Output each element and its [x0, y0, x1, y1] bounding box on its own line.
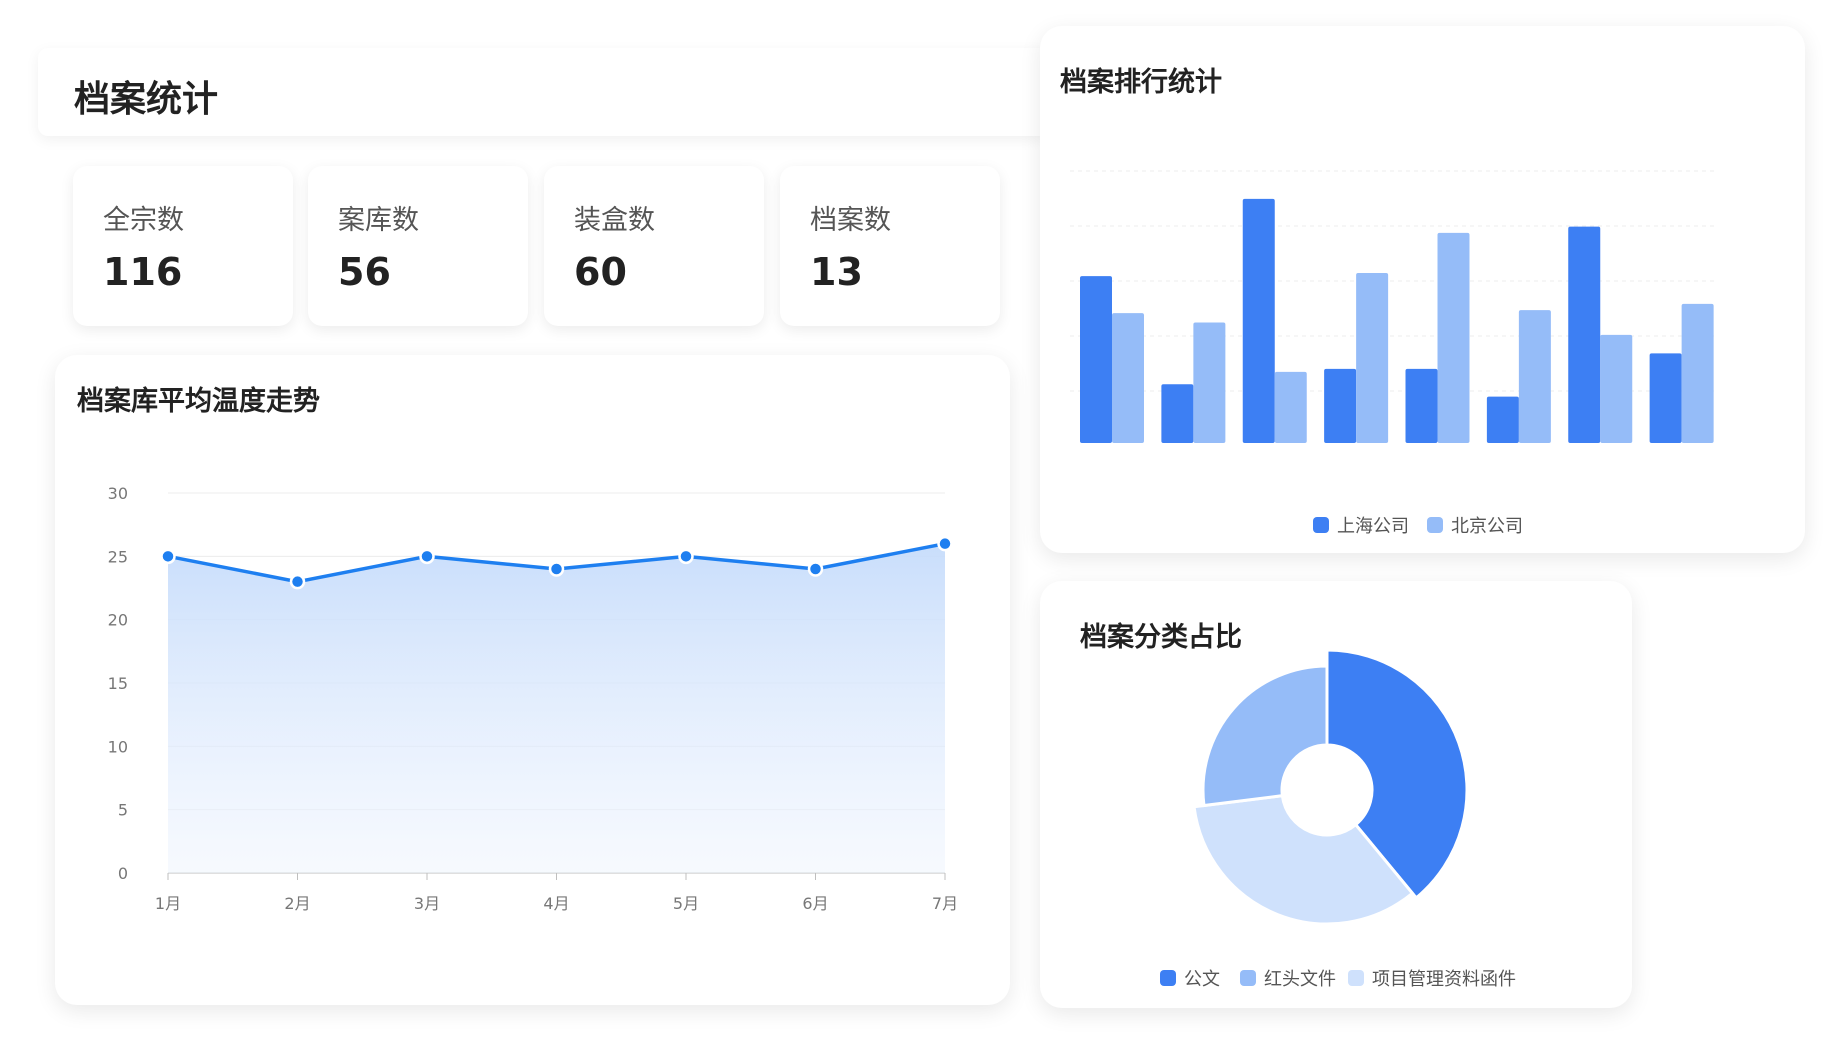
bar: [1437, 232, 1470, 443]
legend-item-project-docs[interactable]: 项目管理资料函件: [1348, 965, 1516, 991]
temperature-trend-card: 档案库平均温度走势 0 5 10 15 20 25 30 1月 2月 3月 4月 5月 6月 7月: [55, 355, 1010, 1005]
donut-slice: [1201, 664, 1329, 808]
y-tick-label: 0: [118, 864, 128, 883]
legend-label: 项目管理资料函件: [1372, 969, 1516, 990]
bar: [1193, 322, 1226, 443]
stat-card-archives[interactable]: 档案数 13: [780, 166, 1000, 326]
y-tick-label: 20: [108, 611, 128, 630]
legend-label: 公文: [1184, 969, 1220, 990]
data-point: [678, 548, 694, 565]
x-tick-label: 5月: [673, 894, 699, 913]
data-point: [419, 548, 435, 565]
x-tick-label: 1月: [155, 894, 181, 913]
y-tick-label: 15: [108, 674, 128, 693]
bar: [1486, 396, 1519, 443]
bar: [1324, 368, 1357, 443]
y-tick-label: 10: [108, 737, 128, 756]
y-tick-label: 5: [118, 801, 128, 820]
legend-item-beijing[interactable]: 北京公司: [1427, 512, 1523, 538]
bar: [1649, 353, 1682, 443]
legend-item-shanghai[interactable]: 上海公司: [1313, 512, 1409, 538]
bar: [1681, 303, 1714, 443]
legend-swatch: [1160, 970, 1176, 986]
bar: [1274, 371, 1307, 443]
stat-value: 60: [574, 250, 627, 294]
bar: [1600, 334, 1633, 443]
ranking-card: 档案排行统计 上海公司 北京公司: [1040, 26, 1805, 553]
legend-swatch: [1427, 517, 1443, 533]
data-point: [937, 535, 953, 552]
stat-value: 13: [810, 250, 863, 294]
bar: [1405, 368, 1438, 443]
category-donut-chart: [1192, 648, 1469, 926]
legend-label: 红头文件: [1264, 969, 1336, 990]
legend-label: 北京公司: [1451, 516, 1523, 537]
legend-swatch: [1348, 970, 1364, 986]
stat-label: 案库数: [338, 205, 419, 236]
data-point: [289, 573, 306, 590]
stat-card-boxes[interactable]: 装盒数 60: [544, 166, 764, 326]
data-point: [548, 561, 565, 577]
bar: [1242, 198, 1275, 443]
stat-label: 档案数: [810, 205, 891, 236]
bar: [1356, 273, 1389, 443]
ranking-legend: 上海公司 北京公司: [1313, 512, 1523, 538]
stat-value: 56: [338, 250, 391, 294]
legend-label: 上海公司: [1337, 516, 1409, 537]
stat-value: 116: [103, 250, 183, 294]
data-point: [160, 548, 176, 565]
x-tick-label: 2月: [284, 894, 310, 913]
legend-item-document[interactable]: 公文: [1160, 965, 1220, 991]
y-tick-label: 30: [108, 484, 128, 503]
category-legend: 公文 红头文件 项目管理资料函件: [1160, 965, 1516, 991]
x-tick-label: 3月: [414, 894, 440, 913]
page-header: 档案统计: [38, 48, 1048, 136]
ranking-bar-chart: [1070, 170, 1715, 443]
x-tick-label: 7月: [932, 894, 958, 913]
x-tick-label: 6月: [802, 894, 828, 913]
bar: [1080, 276, 1112, 443]
stat-label: 装盒数: [574, 205, 655, 236]
page-title: 档案统计: [74, 79, 219, 120]
stat-label: 全宗数: [103, 205, 184, 236]
temperature-area: [168, 543, 945, 873]
legend-swatch: [1240, 970, 1256, 986]
bar: [1161, 384, 1194, 443]
y-tick-label: 25: [108, 547, 128, 566]
category-card: 档案分类占比 公文 红头文件 项目管理资料函件: [1040, 581, 1632, 1008]
legend-item-red-header[interactable]: 红头文件: [1240, 965, 1336, 991]
legend-swatch: [1313, 517, 1329, 533]
data-point: [807, 561, 824, 577]
temperature-line-chart: 0 5 10 15 20 25 30 1月 2月 3月 4月 5月 6月 7月: [108, 484, 958, 913]
bar: [1518, 310, 1551, 443]
stat-card-fonds[interactable]: 全宗数 116: [73, 166, 293, 326]
stat-card-repository[interactable]: 案库数 56: [308, 166, 528, 326]
bar: [1568, 226, 1601, 443]
bar: [1112, 313, 1144, 443]
x-tick-label: 4月: [543, 894, 569, 913]
